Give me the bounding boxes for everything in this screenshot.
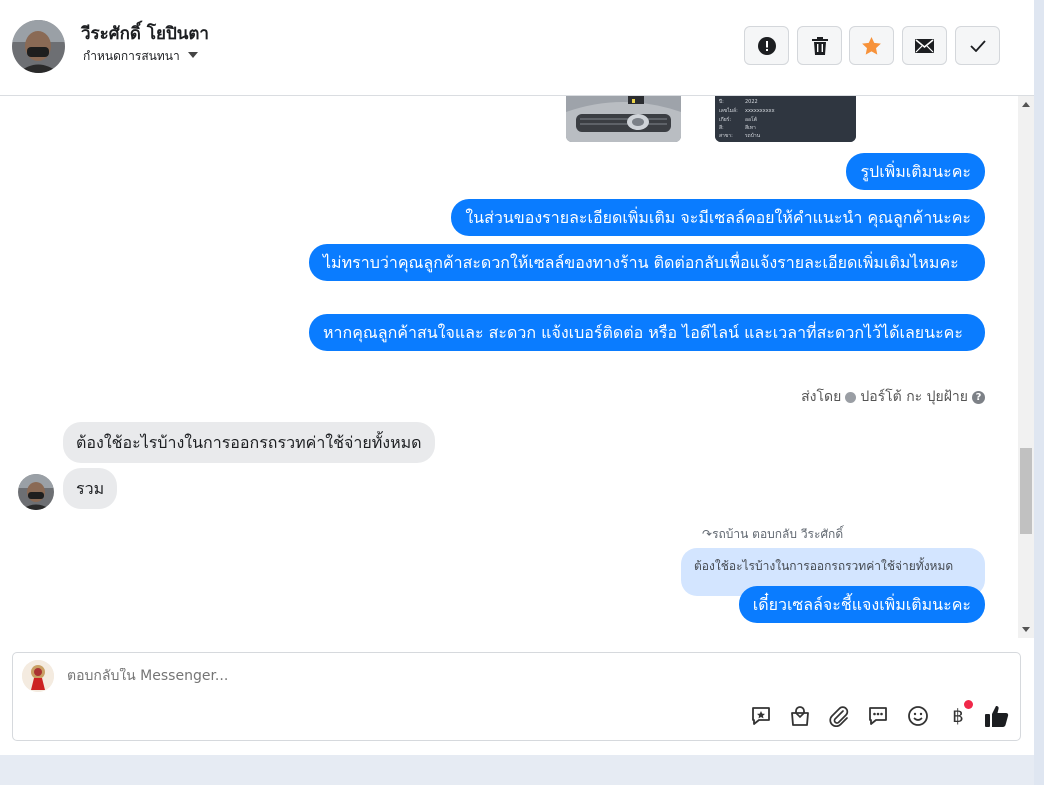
- chat-bubble-icon: [869, 707, 887, 725]
- incoming-message[interactable]: ต้องใช้อะไรบ้างในการออกรถรวทค่าใช้จ่ายทั…: [63, 422, 435, 463]
- message-list[interactable]: ปี: 2022 เลขไมล์: xxxxxxxxxx เกียร์: ออโ…: [0, 96, 1018, 638]
- messenger-panel: วีระศักดิ์ โยปินตา กำหนดการสนทนา ปี: 202…: [0, 0, 1034, 755]
- svg-text:2022: 2022: [745, 99, 758, 105]
- like-button[interactable]: [984, 703, 1010, 729]
- sent-by-label: ส่งโดย ปอร์โต้ กะ ปุยฝ้าย ?: [801, 386, 985, 408]
- shop-button[interactable]: [787, 703, 813, 729]
- reply-context-text: รถบ้าน ตอบกลับ วีระศักดิ์: [712, 527, 844, 541]
- star-icon: [862, 36, 881, 55]
- outgoing-message[interactable]: รูปเพิ่มเติมนะคะ: [846, 153, 985, 190]
- star-button[interactable]: [849, 26, 894, 65]
- contact-name: วีระศักดิ์ โยปินตา: [81, 24, 209, 44]
- page-avatar: [22, 660, 54, 692]
- attachment-icon: [829, 706, 849, 727]
- assign-conversation-dropdown[interactable]: กำหนดการสนทนา: [83, 47, 198, 66]
- help-question-icon[interactable]: ?: [972, 390, 985, 404]
- svg-text:เลขไมล์:: เลขไมล์:: [719, 107, 738, 114]
- delete-button[interactable]: [797, 26, 842, 65]
- svg-text:สีเทา: สีเทา: [745, 124, 756, 131]
- emoji-button[interactable]: [905, 703, 931, 729]
- verified-check-icon: [845, 391, 857, 403]
- outgoing-message[interactable]: ไม่ทราบว่าคุณลูกค้าสะดวกให้เซลล์ของทางร้…: [309, 244, 985, 281]
- incoming-message[interactable]: รวม: [63, 468, 118, 509]
- svg-text:รถบ้าน: รถบ้าน: [745, 132, 761, 139]
- assign-label: กำหนดการสนทนา: [83, 49, 180, 63]
- contact-avatar[interactable]: [12, 20, 65, 73]
- report-button[interactable]: [744, 26, 789, 65]
- envelope-icon: [915, 38, 934, 53]
- reply-context: ↷รถบ้าน ตอบกลับ วีระศักดิ์: [702, 525, 843, 544]
- thumbs-up-icon: [985, 706, 1009, 727]
- window-edge: [1034, 0, 1044, 785]
- baht-payment-icon: ฿: [952, 705, 964, 727]
- mark-unread-button[interactable]: [902, 26, 947, 65]
- attachment-button[interactable]: [826, 703, 852, 729]
- checkmark-icon: [969, 39, 986, 52]
- scroll-up-arrow-icon[interactable]: [1022, 102, 1030, 107]
- outgoing-message[interactable]: หากคุณลูกค้าสนใจและ สะดวก แจ้งเบอร์ติดต่…: [309, 314, 985, 351]
- window-footer: [0, 755, 1034, 785]
- saved-reply-icon: [752, 707, 770, 725]
- saved-reply-button[interactable]: [748, 703, 774, 729]
- svg-text:สี:: สี:: [719, 124, 724, 131]
- exclamation-circle-icon: [757, 36, 776, 55]
- notification-dot: [964, 700, 973, 709]
- reply-arrow-icon: ↷: [702, 527, 713, 541]
- svg-text:ออโต้: ออโต้: [745, 116, 757, 123]
- outgoing-message[interactable]: เดี๋ยวเซลล์จะชี้แจงเพิ่มเติมนะคะ: [738, 586, 985, 623]
- scrollbar-thumb[interactable]: [1020, 448, 1032, 534]
- emoji-icon: [908, 706, 928, 726]
- svg-text:xxxxxxxxxx: xxxxxxxxxx: [745, 108, 775, 114]
- conversation-header: วีระศักดิ์ โยปินตา กำหนดการสนทนา: [0, 0, 1034, 96]
- car-photo-thumbnail[interactable]: [566, 96, 681, 142]
- sent-by-prefix: ส่งโดย: [801, 389, 842, 405]
- outgoing-message[interactable]: ในส่วนของรายละเอียดเพิ่มเติม จะมีเซลล์คอ…: [451, 199, 985, 236]
- trash-icon: [811, 36, 828, 55]
- scroll-down-arrow-icon[interactable]: [1022, 627, 1030, 632]
- reply-composer: ฿: [12, 652, 1021, 741]
- contact-avatar-small: [18, 474, 54, 510]
- chat-options-button[interactable]: [865, 703, 891, 729]
- car-info-card[interactable]: ปี: 2022 เลขไมล์: xxxxxxxxxx เกียร์: ออโ…: [715, 96, 856, 142]
- shop-bag-icon: [791, 706, 809, 726]
- sent-by-name[interactable]: ปอร์โต้ กะ ปุยฝ้าย: [860, 386, 968, 408]
- svg-text:เกียร์:: เกียร์:: [719, 116, 731, 123]
- message-list-scrollbar[interactable]: [1018, 96, 1034, 638]
- reply-input[interactable]: [67, 668, 667, 684]
- svg-text:สาขา:: สาขา:: [719, 133, 733, 139]
- caret-down-icon: [187, 52, 198, 58]
- svg-text:ปี:: ปี:: [719, 98, 724, 105]
- mark-done-button[interactable]: [955, 26, 1000, 65]
